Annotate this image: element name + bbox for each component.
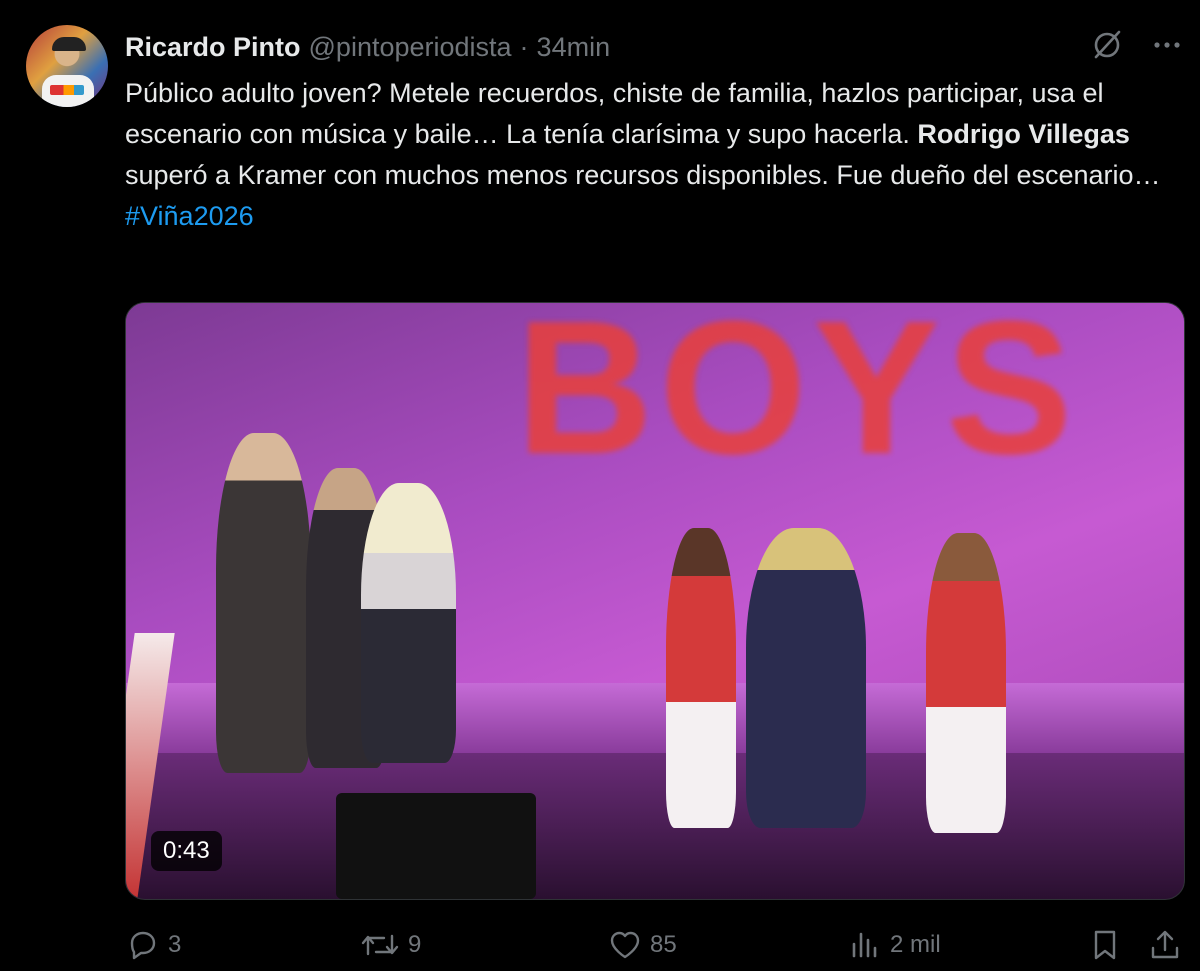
tweet-header: Ricardo Pinto @pintoperiodista · 34min: [125, 30, 610, 64]
views-count: 2 mil: [890, 931, 941, 958]
stage-floor: [126, 753, 1184, 899]
author-handle[interactable]: @pintoperiodista: [309, 32, 512, 63]
repost-button[interactable]: 9: [360, 925, 421, 965]
stage-speaker: [336, 793, 536, 899]
screen-boys-text: BOYS: [516, 302, 1079, 494]
dancer-red-figure: [666, 528, 736, 828]
avatar-shirt-print: [50, 85, 84, 95]
like-icon: [608, 928, 642, 962]
share-icon: [1148, 928, 1182, 962]
like-button[interactable]: 85: [608, 925, 677, 965]
tweet-text-bold: Rodrigo Villegas: [917, 119, 1130, 149]
repost-icon: [360, 928, 400, 962]
tweet-body: Público adulto joven? Metele recuerdos, …: [125, 73, 1185, 237]
avatar[interactable]: [26, 25, 108, 107]
video-player[interactable]: BOYS: [125, 302, 1185, 900]
separator-dot: ·: [519, 31, 529, 62]
video-duration-badge: 0:43: [151, 831, 222, 871]
author-name[interactable]: Ricardo Pinto: [125, 32, 301, 63]
bookmark-button[interactable]: [1088, 925, 1122, 965]
tweet-text-part2: superó a Kramer con muchos menos recurso…: [125, 160, 1161, 190]
more-icon[interactable]: [1152, 30, 1182, 60]
performer-blonde-wig-figure: [361, 483, 456, 763]
tweet-actions-bar: 3 9 85 2 mil: [0, 925, 1200, 965]
views-icon: [848, 928, 882, 962]
reply-icon: [126, 928, 160, 962]
tweet-top-actions: [1090, 28, 1182, 62]
dancer-red-figure: [926, 533, 1006, 833]
performer-figure: [746, 528, 866, 828]
reply-button[interactable]: 3: [126, 925, 181, 965]
repost-count: 9: [408, 931, 422, 958]
like-count: 85: [650, 931, 677, 958]
views-button[interactable]: 2 mil: [848, 925, 941, 965]
bookmark-icon: [1088, 928, 1122, 962]
dancer-figure: [216, 433, 311, 773]
grok-icon[interactable]: [1090, 28, 1124, 62]
reply-count: 3: [168, 931, 182, 958]
share-button[interactable]: [1148, 925, 1182, 965]
avatar-cap: [52, 37, 86, 51]
hashtag-link[interactable]: #Viña2026: [125, 196, 1185, 237]
tweet-time[interactable]: 34min: [537, 32, 611, 63]
